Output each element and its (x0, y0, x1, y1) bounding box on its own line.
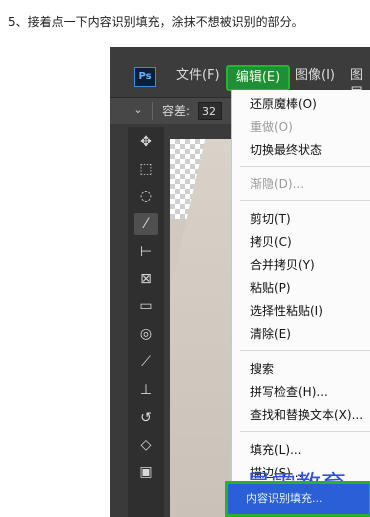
menu-item-clear[interactable]: 清除(E) (250, 326, 291, 342)
content-aware-fill-highlight[interactable]: 内容识别填充... (225, 481, 370, 517)
menu-item-cut[interactable]: 剪切(T) (250, 211, 291, 227)
photoshop-screenshot: Ps 文件(F) 编辑(E) 图像(I) 图层 ⌄ 容差: 32 ✥ ⬚ ◌ ⁄… (110, 47, 370, 517)
marquee-icon[interactable]: ⬚ (134, 158, 158, 180)
menu-separator (240, 350, 370, 351)
menu-edit[interactable]: 编辑(E) (226, 65, 290, 91)
patch-icon[interactable]: ◎ (134, 323, 158, 345)
menu-item-search[interactable]: 搜索 (250, 361, 274, 377)
menu-item-toggle-last-state[interactable]: 切换最终状态 (250, 142, 322, 158)
frame-icon[interactable]: ⊠ (134, 268, 158, 290)
edit-menu-dropdown: 还原魔棒(O) 重做(O) 切换最终状态 渐隐(D)... 剪切(T) 拷贝(C… (231, 90, 370, 517)
menu-item-copy-merged[interactable]: 合并拷贝(Y) (250, 257, 315, 273)
menu-item-fill[interactable]: 填充(L)... (250, 442, 302, 458)
gradient-icon[interactable]: ▣ (134, 461, 158, 483)
menu-item-redo: 重做(O) (250, 120, 293, 134)
tools-panel: ✥ ⬚ ◌ ⁄ ⊢ ⊠ ▭ ◎ ⟋ ⊥ ↺ ◇ ▣ (128, 127, 164, 517)
magic-wand-icon[interactable]: ⁄ (134, 213, 158, 235)
stamp-icon[interactable]: ⊥ (134, 379, 158, 401)
ruler-icon[interactable]: ▭ (134, 295, 158, 317)
menu-item-fade: 渐隐(D)... (250, 177, 305, 191)
tolerance-input[interactable]: 32 (198, 102, 222, 120)
eraser-icon[interactable]: ◇ (134, 434, 158, 456)
brush-icon[interactable]: ⟋ (134, 351, 158, 373)
menu-image[interactable]: 图像(I) (295, 67, 335, 85)
instruction-text: 5、接着点一下内容识别填充，涂抹不想被识别的部分。 (8, 15, 304, 29)
history-brush-icon[interactable]: ↺ (134, 407, 158, 429)
tolerance-label: 容差: (162, 104, 191, 118)
menu-item-paste[interactable]: 粘贴(P) (250, 280, 291, 296)
menu-item-content-aware-fill[interactable]: 内容识别填充... (246, 492, 323, 506)
menu-separator (240, 200, 370, 201)
menu-item-find-replace[interactable]: 查找和替换文本(X)... (250, 407, 363, 423)
lasso-icon[interactable]: ◌ (134, 185, 158, 207)
photoshop-logo: Ps (134, 67, 156, 87)
separator (152, 102, 153, 120)
move-icon[interactable]: ✥ (134, 131, 158, 153)
menu-separator (240, 431, 370, 432)
menu-item-spell-check[interactable]: 拼写检查(H)... (250, 384, 328, 400)
menu-item-paste-special[interactable]: 选择性粘贴(I) (250, 303, 323, 319)
menu-separator (240, 166, 370, 167)
menu-item-copy[interactable]: 拷贝(C) (250, 234, 292, 250)
menu-file[interactable]: 文件(F) (176, 67, 220, 85)
chevron-down-icon[interactable]: ⌄ (131, 102, 145, 118)
crop-icon[interactable]: ⊢ (134, 241, 158, 263)
menu-item-undo[interactable]: 还原魔棒(O) (250, 96, 317, 112)
